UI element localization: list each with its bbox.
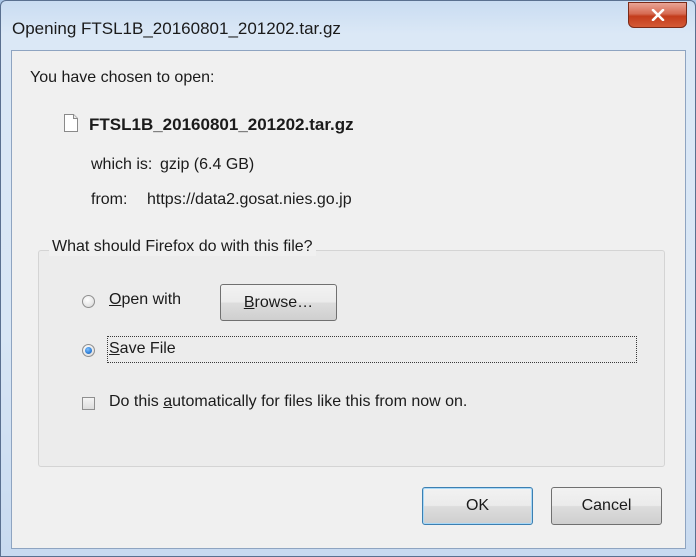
ok-button[interactable]: OK: [422, 487, 533, 525]
which-is-label: which is:: [91, 156, 153, 173]
open-with-label[interactable]: Open with: [109, 291, 181, 309]
file-icon: [64, 114, 78, 132]
focus-rectangle: [107, 336, 637, 363]
file-type: gzip (6.4 GB): [160, 156, 255, 173]
close-x-icon: [651, 9, 664, 21]
dialog-window: Opening FTSL1B_20160801_201202.tar.gz Yo…: [0, 0, 696, 557]
auto-checkbox-label[interactable]: Do this automatically for files like thi…: [109, 393, 467, 411]
dialog-content: You have chosen to open: FTSL1B_20160801…: [11, 50, 686, 549]
action-group-label: What should Firefox do with this file?: [49, 238, 316, 256]
window-title: Opening FTSL1B_20160801_201202.tar.gz: [12, 19, 341, 38]
prompt-text: You have chosen to open:: [30, 69, 215, 86]
open-with-radio[interactable]: [82, 295, 95, 308]
from-label: from:: [91, 191, 128, 208]
filename: FTSL1B_20160801_201202.tar.gz: [89, 115, 354, 134]
title-bar[interactable]: Opening FTSL1B_20160801_201202.tar.gz: [1, 1, 695, 47]
auto-checkbox[interactable]: [82, 397, 95, 410]
save-file-label[interactable]: Save File: [109, 340, 176, 358]
cancel-button[interactable]: Cancel: [551, 487, 662, 525]
close-button[interactable]: [628, 2, 687, 28]
save-file-radio[interactable]: [82, 344, 95, 357]
source-url: https://data2.gosat.nies.go.jp: [147, 191, 352, 208]
browse-button[interactable]: Browse…: [220, 284, 337, 321]
